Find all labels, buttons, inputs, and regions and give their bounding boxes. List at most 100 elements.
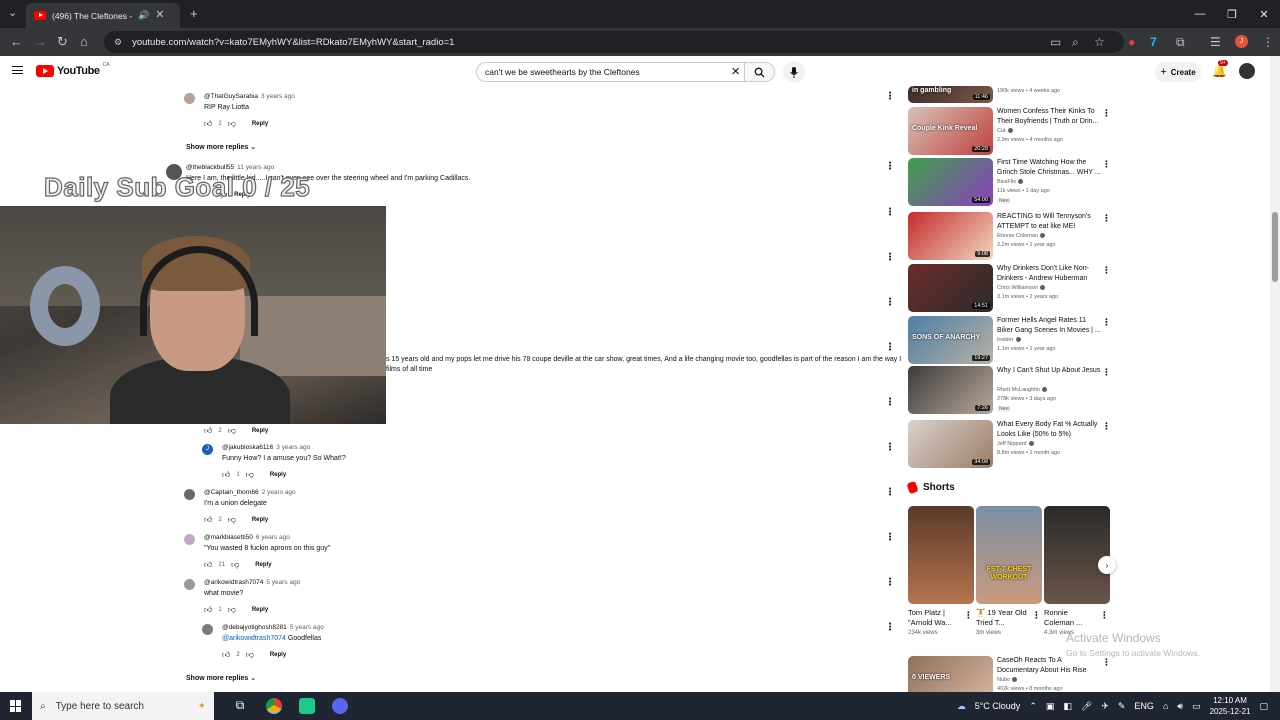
- video-channel[interactable]: Cut: [997, 128, 1013, 134]
- video-menu-icon[interactable]: ⋮: [1102, 421, 1111, 432]
- reply-button[interactable]: Reply: [270, 652, 286, 658]
- site-info-icon[interactable]: ⚙: [114, 37, 122, 48]
- comment-menu-icon[interactable]: ⋮: [885, 532, 895, 543]
- video-title[interactable]: Why Drinkers Don't Like Non-Drinkers - A…: [997, 264, 1101, 283]
- short-menu-icon[interactable]: ⋮: [1100, 610, 1109, 621]
- comment-menu-icon[interactable]: ⋮: [885, 207, 895, 218]
- dislike-icon[interactable]: 👎︎: [228, 605, 236, 615]
- reload-icon[interactable]: ↻: [57, 34, 68, 50]
- comment-author[interactable]: @theblackbull55 11 years ago: [186, 164, 274, 171]
- show-more-replies-button[interactable]: Show more replies ⌄: [186, 143, 256, 151]
- network-icon[interactable]: ⌂: [1163, 701, 1168, 711]
- video-thumbnail[interactable]: 14:51: [908, 264, 993, 312]
- dislike-icon[interactable]: 👎︎: [246, 470, 254, 480]
- like-icon[interactable]: 👍︎: [204, 426, 212, 436]
- tab-close-icon[interactable]: ✕: [155, 10, 164, 21]
- short-menu-icon[interactable]: ⋮: [1032, 610, 1041, 621]
- video-menu-icon[interactable]: ⋮: [1102, 265, 1111, 276]
- mention-link[interactable]: @arikowidtrash7074: [222, 635, 286, 642]
- like-icon[interactable]: 👍︎: [204, 560, 212, 570]
- video-menu-icon[interactable]: ⋮: [1102, 108, 1111, 119]
- dislike-icon[interactable]: 👎︎: [228, 515, 236, 525]
- comment-menu-icon[interactable]: ⋮: [885, 622, 895, 633]
- short-title[interactable]: Ronnie Coleman ...: [1044, 608, 1098, 628]
- pen-tray-icon[interactable]: ✎: [1118, 701, 1126, 712]
- video-channel[interactable]: Jeff Nippard: [997, 441, 1034, 447]
- comment-avatar[interactable]: [202, 624, 213, 635]
- comment-menu-icon[interactable]: ⋮: [885, 442, 895, 453]
- video-title[interactable]: CaseOh Reacts To A Documentary About His…: [997, 656, 1101, 675]
- reply-button[interactable]: Reply: [270, 472, 286, 478]
- notification-center-icon[interactable]: ▢: [1259, 701, 1268, 712]
- windows-start-icon[interactable]: [10, 700, 22, 712]
- comment-menu-icon[interactable]: ⋮: [885, 252, 895, 263]
- back-icon[interactable]: ←: [10, 34, 23, 50]
- clear-search-icon[interactable]: ✕: [731, 65, 740, 79]
- video-title[interactable]: What Every Body Fat % Actually Looks Lik…: [997, 420, 1101, 439]
- tray-app-icon[interactable]: ▣: [1046, 701, 1055, 712]
- comment-avatar[interactable]: [184, 489, 195, 500]
- cast-icon[interactable]: ▭: [1050, 34, 1061, 50]
- taskbar-search-input[interactable]: ⌕ Type here to search ✦: [32, 692, 214, 720]
- like-icon[interactable]: 👍︎: [222, 650, 230, 660]
- video-menu-icon[interactable]: ⋮: [1102, 213, 1111, 224]
- youtube-logo[interactable]: YouTube CA: [36, 62, 110, 77]
- maximize-button[interactable]: ❐: [1216, 0, 1248, 28]
- discord-taskbar-icon[interactable]: [332, 698, 348, 714]
- comment-avatar[interactable]: [184, 93, 195, 104]
- voice-search-button[interactable]: [783, 61, 805, 83]
- page-scrollbar[interactable]: [1270, 56, 1280, 692]
- zoom-icon[interactable]: ⌕: [1072, 34, 1079, 50]
- task-view-icon[interactable]: ⧉: [232, 698, 248, 714]
- scrollbar-thumb[interactable]: [1272, 212, 1278, 282]
- address-bar[interactable]: ⚙ youtube.com/watch?v=kato7EMyhWY&list=R…: [104, 31, 1124, 53]
- video-title[interactable]: Women Confess Their Kinks To Their Boyfr…: [997, 107, 1101, 126]
- reply-button[interactable]: Reply: [252, 121, 268, 127]
- comment-author[interactable]: @debajyotighosh8281 5 years ago: [222, 624, 324, 631]
- video-menu-icon[interactable]: ⋮: [1102, 159, 1111, 170]
- app-taskbar-icon[interactable]: [299, 698, 315, 714]
- video-channel[interactable]: Rhett McLaughlin: [997, 387, 1047, 393]
- comment-avatar[interactable]: [184, 534, 195, 545]
- bookmark-star-icon[interactable]: ☆: [1094, 34, 1105, 50]
- create-button[interactable]: + Create: [1155, 62, 1201, 82]
- like-icon[interactable]: 👍︎: [222, 470, 230, 480]
- volume-icon[interactable]: 🔊︎: [1177, 701, 1183, 712]
- video-channel[interactable]: BissFlix: [997, 179, 1023, 185]
- extension-7tv-icon[interactable]: 7: [1150, 34, 1157, 50]
- new-tab-button[interactable]: +: [190, 7, 198, 20]
- extensions-puzzle-icon[interactable]: ⧉: [1176, 34, 1185, 50]
- extension-red-icon[interactable]: ●: [1128, 34, 1135, 50]
- close-window-button[interactable]: ✕: [1248, 0, 1280, 28]
- tab-search-icon[interactable]: ⌄: [8, 8, 17, 19]
- reading-list-icon[interactable]: ☰: [1210, 34, 1221, 50]
- short-thumbnail[interactable]: [908, 506, 974, 604]
- comment-author[interactable]: @ThatGuySarabia 3 years ago: [204, 93, 295, 100]
- dislike-icon[interactable]: 👎︎: [246, 650, 254, 660]
- dislike-icon[interactable]: 👎︎: [231, 560, 239, 570]
- dislike-icon[interactable]: 👎︎: [228, 426, 236, 436]
- weather-text[interactable]: 5°C Cloudy: [975, 701, 1021, 711]
- comment-menu-icon[interactable]: ⋮: [885, 297, 895, 308]
- taskbar-clock[interactable]: 12:10 AM 2025-12-21: [1210, 695, 1251, 717]
- video-thumbnail[interactable]: 7:26: [908, 366, 993, 414]
- home-icon[interactable]: ⌂: [80, 34, 88, 50]
- comment-author[interactable]: @markblasetti50 6 years ago: [204, 534, 290, 541]
- tray-overflow-icon[interactable]: ⌃: [1029, 701, 1037, 712]
- chrome-taskbar-icon[interactable]: [266, 698, 282, 714]
- reply-button[interactable]: Reply: [252, 517, 268, 523]
- comment-menu-icon[interactable]: ⋮: [885, 161, 895, 172]
- short-title[interactable]: Tom Platz | "Arnold Wa...: [908, 608, 962, 628]
- search-input[interactable]: can't we be sweethearts by the Cleftones: [476, 62, 745, 82]
- reply-button[interactable]: Reply: [252, 428, 268, 434]
- menu-icon[interactable]: [12, 66, 23, 74]
- comment-author[interactable]: @Captain_thorn66 2 years ago: [204, 489, 296, 496]
- video-thumbnail[interactable]: 34:08: [908, 420, 993, 468]
- tab-audio-icon[interactable]: 🔊: [138, 11, 149, 20]
- video-title[interactable]: Former Hells Angel Rates 11 Biker Gang S…: [997, 316, 1101, 335]
- language-indicator[interactable]: ENG: [1134, 701, 1154, 711]
- video-thumbnail[interactable]: 9:08: [908, 212, 993, 260]
- video-thumbnail[interactable]: SONS OF ANARCHY 19:27: [908, 316, 993, 364]
- notifications-bell-icon[interactable]: 🔔: [1212, 64, 1227, 78]
- video-menu-icon[interactable]: ⋮: [1102, 657, 1111, 668]
